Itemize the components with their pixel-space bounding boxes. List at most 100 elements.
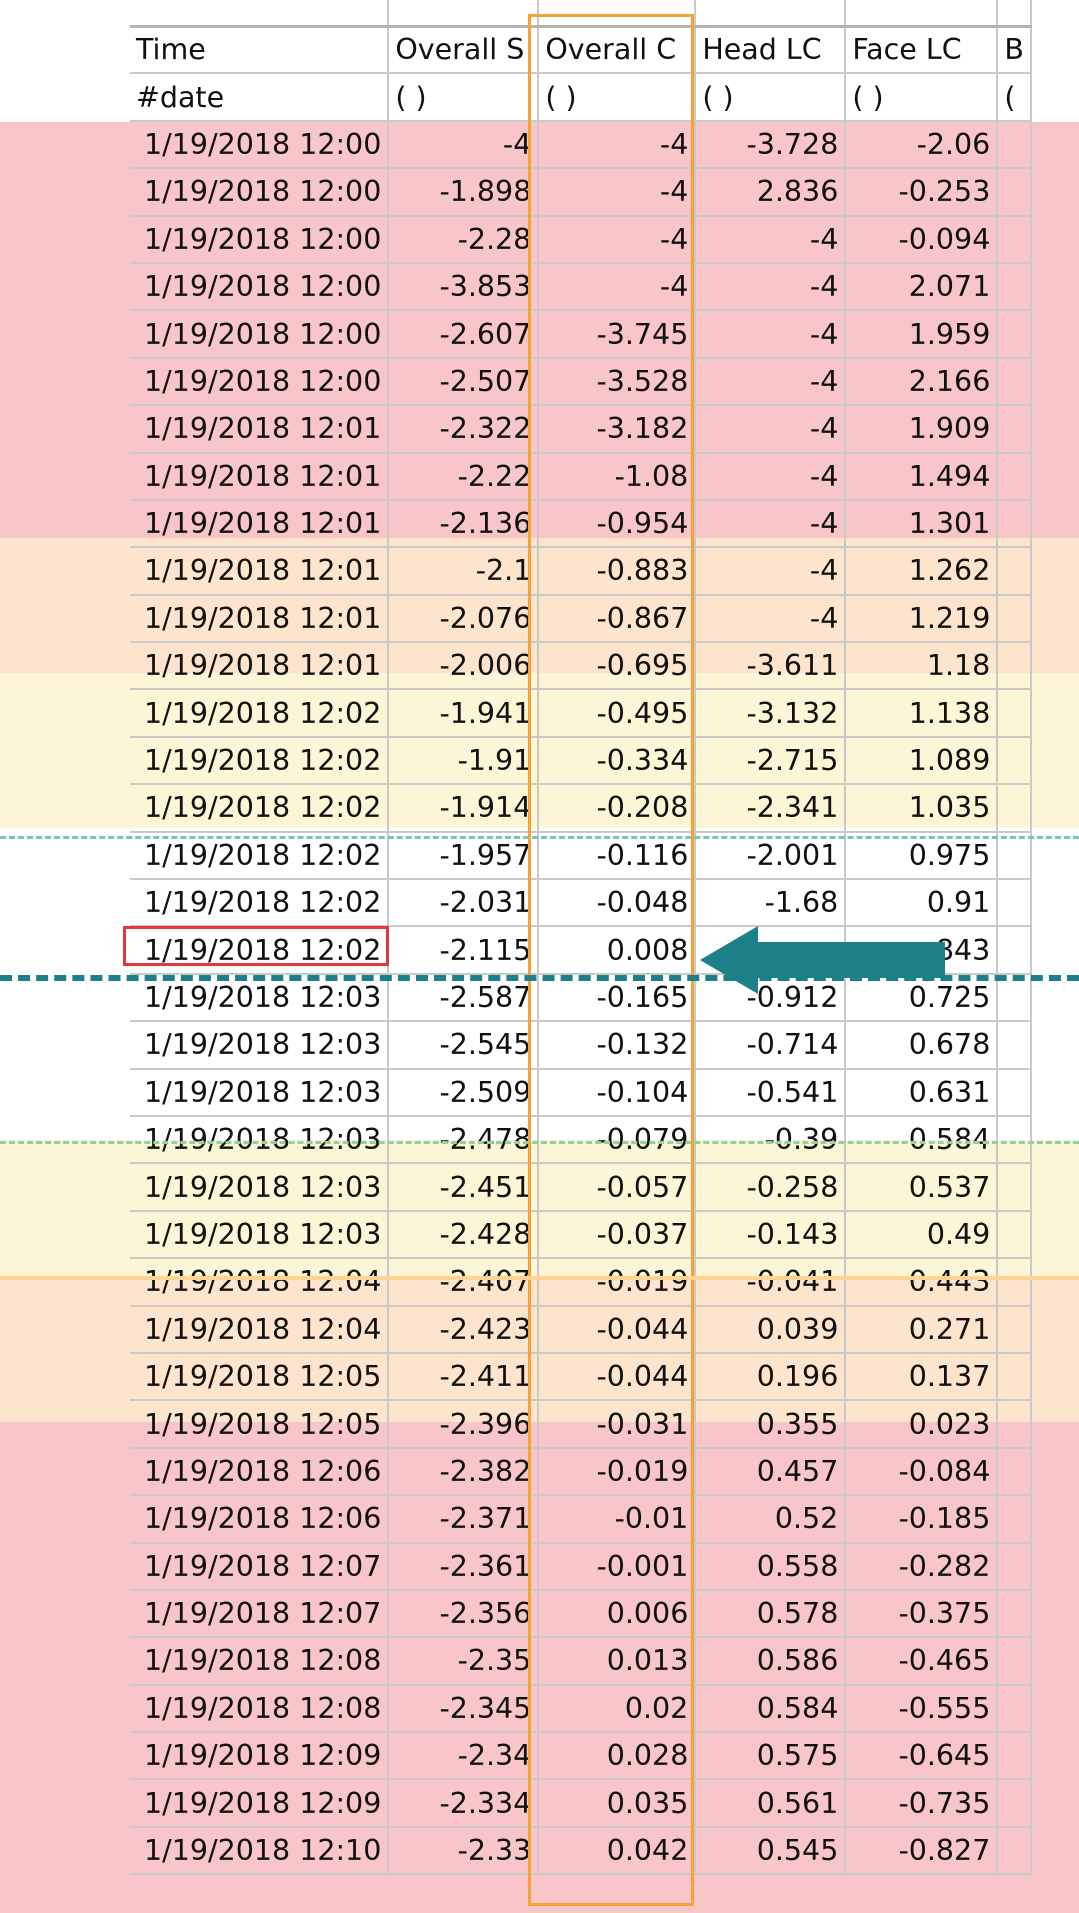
cell-b[interactable] (997, 1305, 1032, 1354)
cell-overall-s[interactable]: -2.006 (388, 642, 540, 691)
cell-time[interactable]: 1/19/2018 12:00 (130, 310, 390, 359)
cell-time[interactable]: 1/19/2018 12:02 (130, 784, 390, 833)
cell-face-lc[interactable]: 0.631 (845, 1068, 999, 1117)
cell-time[interactable]: 1/19/2018 12:00 (130, 120, 390, 170)
cell-overall-s[interactable]: -2.423 (388, 1305, 540, 1354)
unit-cell-b[interactable]: ( (997, 73, 1032, 122)
cell-head-lc[interactable]: 0.561 (695, 1779, 847, 1828)
cell-face-lc[interactable]: -0.735 (845, 1779, 999, 1828)
cell-b[interactable] (997, 405, 1032, 454)
cell-face-lc[interactable]: -0.084 (845, 1447, 999, 1497)
cell-face-lc[interactable]: 0.271 (845, 1305, 999, 1354)
cell-time[interactable]: 1/19/2018 12:04 (130, 1258, 390, 1307)
cell-b[interactable] (997, 1779, 1032, 1828)
cell-head-lc[interactable]: 0.355 (695, 1400, 847, 1449)
cell-face-lc[interactable]: -0.185 (845, 1495, 999, 1544)
cell-b[interactable] (997, 1589, 1032, 1639)
cell-face-lc[interactable]: 2.071 (845, 262, 999, 312)
cell-face-lc[interactable]: 1.219 (845, 594, 999, 644)
cell-face-lc[interactable]: -0.827 (845, 1826, 999, 1876)
cell-time[interactable]: 1/19/2018 12:03 (130, 1115, 390, 1165)
cell-head-lc[interactable]: -4 (695, 262, 847, 312)
cell-overall-s[interactable]: -2.031 (388, 879, 540, 928)
cell-overall-s[interactable]: -2.382 (388, 1447, 540, 1497)
cell-overall-c[interactable]: -0.104 (538, 1068, 697, 1117)
cell-head-lc[interactable]: 0.584 (695, 1684, 847, 1734)
cell-face-lc[interactable]: 0.584 (845, 1115, 999, 1165)
cell-overall-c[interactable]: -4 (538, 262, 697, 312)
cell-face-lc[interactable]: 0.678 (845, 1021, 999, 1070)
cell-b[interactable] (997, 1684, 1032, 1734)
cell-b[interactable] (997, 262, 1032, 312)
cell-b[interactable] (997, 1163, 1032, 1212)
cell-overall-s[interactable]: -2.407 (388, 1258, 540, 1307)
cell-overall-s[interactable]: -2.509 (388, 1068, 540, 1117)
cell-overall-s[interactable]: -2.22 (388, 452, 540, 501)
cell-head-lc[interactable]: -0.39 (695, 1115, 847, 1165)
cell-overall-s[interactable]: -2.428 (388, 1210, 540, 1260)
cell-b[interactable] (997, 594, 1032, 644)
cell-overall-s[interactable]: -2.136 (388, 499, 540, 549)
cell-overall-s[interactable]: -2.34 (388, 1732, 540, 1781)
column-header-overall-s[interactable]: Overall S (388, 26, 540, 75)
cell-head-lc[interactable]: -3.611 (695, 642, 847, 691)
cell-time[interactable]: 1/19/2018 12:00 (130, 357, 390, 407)
cell-b[interactable] (997, 1447, 1032, 1497)
cell-time[interactable]: 1/19/2018 12:09 (130, 1732, 390, 1781)
cell-time[interactable]: 1/19/2018 12:03 (130, 1021, 390, 1070)
cell-time[interactable]: 1/19/2018 12:01 (130, 499, 390, 549)
cell-overall-s[interactable]: -2.545 (388, 1021, 540, 1070)
cell-b[interactable] (997, 215, 1032, 264)
cell-time[interactable]: 1/19/2018 12:01 (130, 452, 390, 501)
cell-overall-s[interactable]: -3.853 (388, 262, 540, 312)
cell-overall-c[interactable]: -0.079 (538, 1115, 697, 1165)
cell-overall-c[interactable]: -4 (538, 120, 697, 170)
cell-head-lc[interactable]: 0.196 (695, 1352, 847, 1402)
cell-face-lc[interactable]: -0.375 (845, 1589, 999, 1639)
cell-time[interactable]: 1/19/2018 12:04 (130, 1305, 390, 1354)
cell-overall-c[interactable]: -0.019 (538, 1258, 697, 1307)
cell-overall-c[interactable]: -4 (538, 215, 697, 264)
cell-head-lc[interactable]: -4 (695, 499, 847, 549)
cell-head-lc[interactable]: -1.68 (695, 879, 847, 928)
cell-face-lc[interactable]: 1.035 (845, 784, 999, 833)
cell-time[interactable]: 1/19/2018 12:08 (130, 1684, 390, 1734)
cell-face-lc[interactable]: 1.18 (845, 642, 999, 691)
cell-face-lc[interactable]: 0.49 (845, 1210, 999, 1260)
cell-time[interactable]: 1/19/2018 12:00 (130, 262, 390, 312)
cell-face-lc[interactable]: 0.91 (845, 879, 999, 928)
cell-b[interactable] (997, 1826, 1032, 1876)
cell-overall-s[interactable]: -2.507 (388, 357, 540, 407)
cell-overall-s[interactable]: -2.322 (388, 405, 540, 454)
cell-head-lc[interactable]: 2.836 (695, 168, 847, 217)
cell-overall-c[interactable]: 0.035 (538, 1779, 697, 1828)
cell-head-lc[interactable]: -4 (695, 547, 847, 596)
cell-time[interactable]: 1/19/2018 12:01 (130, 405, 390, 454)
cell-b[interactable] (997, 1495, 1032, 1544)
cell-b[interactable] (997, 926, 1032, 975)
cell-time[interactable]: 1/19/2018 12:05 (130, 1352, 390, 1402)
cell-head-lc[interactable]: -4 (695, 452, 847, 501)
cell-head-lc[interactable]: -0.041 (695, 1258, 847, 1307)
cell-head-lc[interactable]: 0.586 (695, 1637, 847, 1686)
cell-head-lc[interactable]: 0.039 (695, 1305, 847, 1354)
cell-time[interactable]: 1/19/2018 12:07 (130, 1589, 390, 1639)
cell-time[interactable]: 1/19/2018 12:10 (130, 1826, 390, 1876)
cell-overall-c[interactable]: -0.031 (538, 1400, 697, 1449)
cell-face-lc[interactable]: 1.089 (845, 736, 999, 786)
cell-overall-c[interactable]: 0.02 (538, 1684, 697, 1734)
cell-overall-c[interactable]: 0.028 (538, 1732, 697, 1781)
cell-b[interactable] (997, 1258, 1032, 1307)
cell-b[interactable] (997, 1542, 1032, 1591)
cell-time[interactable]: 1/19/2018 12:07 (130, 1542, 390, 1591)
cell-b[interactable] (997, 1400, 1032, 1449)
cell-head-lc[interactable]: -0.541 (695, 1068, 847, 1117)
cell-overall-c[interactable]: -0.01 (538, 1495, 697, 1544)
cell-overall-c[interactable]: -0.208 (538, 784, 697, 833)
cell-overall-s[interactable]: -2.371 (388, 1495, 540, 1544)
cell-time[interactable]: 1/19/2018 12:06 (130, 1495, 390, 1544)
cell-head-lc[interactable]: -4 (695, 357, 847, 407)
column-header-b[interactable]: B (997, 26, 1032, 75)
cell-face-lc[interactable]: 0.137 (845, 1352, 999, 1402)
cell-face-lc[interactable]: -0.094 (845, 215, 999, 264)
